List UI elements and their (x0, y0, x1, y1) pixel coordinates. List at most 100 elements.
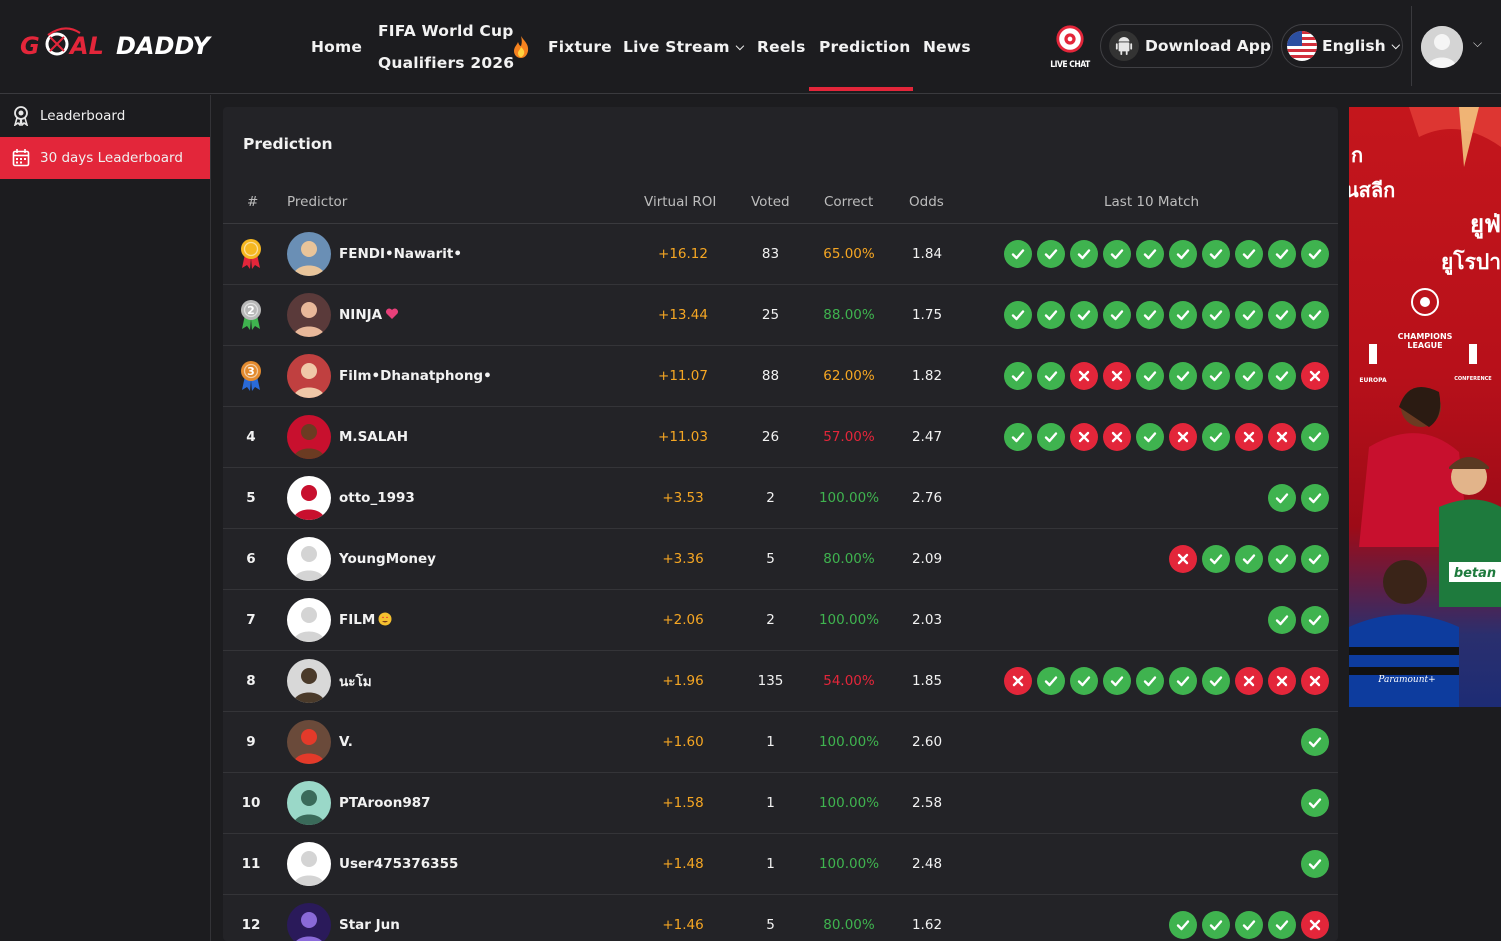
correct-percent-value: 80.00% (823, 551, 875, 567)
predictor-avatar[interactable] (287, 842, 331, 886)
virtual-roi-value: +3.36 (662, 551, 704, 567)
rank-label: 4 (246, 429, 256, 445)
odds-value: 1.62 (911, 917, 943, 933)
cross-icon (1103, 423, 1131, 451)
predictor-name[interactable]: Film•Dhanatphong• (339, 346, 492, 406)
predictor-avatar[interactable] (287, 659, 331, 703)
correct-percent-value: 62.00% (823, 368, 875, 384)
virtual-roi-value: +1.46 (662, 917, 704, 933)
predictor-name[interactable]: V. (339, 712, 353, 772)
rank-cell: 7 (223, 590, 279, 650)
predictor-avatar[interactable] (287, 476, 331, 520)
download-app-button[interactable]: Download App (1100, 24, 1273, 68)
sidebar-item-30-days-leaderboard[interactable]: 30 days Leaderboard (0, 137, 210, 179)
column-header-predictor: Predictor (287, 194, 348, 210)
check-icon (1070, 301, 1098, 329)
predictor-name[interactable]: User475376355 (339, 834, 458, 894)
nav-live-stream[interactable]: Live Stream ⌵ (623, 0, 744, 94)
table-row[interactable]: 9 V. +1.60 1 100.00% 2.60 (223, 712, 1338, 773)
table-row[interactable]: 8 นะโม +1.96 135 54.00% 1.85 (223, 651, 1338, 712)
rank-cell: 8 (223, 651, 279, 711)
check-icon (1235, 362, 1263, 390)
column-header-correct: Correct (824, 194, 874, 210)
nav-news[interactable]: News (923, 0, 971, 94)
table-row[interactable]: 10 PTAroon987 +1.58 1 100.00% 2.58 (223, 773, 1338, 834)
banner-sponsor: Paramount+ (1377, 675, 1435, 685)
last-10-match-results (1004, 667, 1329, 695)
predictor-avatar[interactable] (287, 354, 331, 398)
table-row[interactable]: FENDI•Nawarit• +16.12 83 65.00% 1.84 (223, 224, 1338, 285)
nav-home[interactable]: Home (311, 0, 362, 94)
predictor-avatar[interactable] (287, 293, 331, 337)
check-icon (1268, 484, 1296, 512)
predictor-avatar[interactable] (287, 537, 331, 581)
check-icon (1268, 301, 1296, 329)
predictor-avatar[interactable] (287, 415, 331, 459)
table-row[interactable]: 3 Film•Dhanatphong• +11.07 88 62.00% 1.82 (223, 346, 1338, 407)
rank-cell: 5 (223, 468, 279, 528)
predictor-name-label: นะโม (339, 674, 372, 690)
predictor-name[interactable]: YoungMoney (339, 529, 436, 589)
rank-label: 5 (246, 490, 256, 506)
live-chat-button[interactable]: LIVE CHAT (1050, 24, 1090, 70)
check-icon (1004, 362, 1032, 390)
predictor-name[interactable]: NINJA (339, 285, 399, 345)
table-row[interactable]: 11 User475376355 +1.48 1 100.00% 2.48 (223, 834, 1338, 895)
column-header-roi: Virtual ROI (644, 194, 717, 210)
predictor-name[interactable]: PTAroon987 (339, 773, 431, 833)
check-icon (1301, 423, 1329, 451)
last-10-match-results (1301, 728, 1329, 756)
check-icon (1202, 911, 1230, 939)
table-row[interactable]: 5 otto_1993 +3.53 2 100.00% 2.76 (223, 468, 1338, 529)
goal-daddy-logo[interactable]: G AL DADDY (20, 27, 226, 63)
predictor-name[interactable]: FENDI•Nawarit• (339, 224, 462, 284)
nav-fifa-world-cup[interactable]: FIFA World Cup Qualifiers 2026 (378, 0, 514, 94)
predictor-name[interactable]: otto_1993 (339, 468, 415, 528)
predictor-name[interactable]: นะโม (339, 651, 372, 711)
check-icon (1268, 362, 1296, 390)
predictor-avatar[interactable] (287, 232, 331, 276)
sidebar-item-leaderboard[interactable]: Leaderboard (0, 95, 210, 137)
table-row[interactable]: 4 M.SALAH +11.03 26 57.00% 2.47 (223, 407, 1338, 468)
odds-value: 1.75 (911, 307, 943, 323)
correct-percent-value: 65.00% (823, 246, 875, 262)
medal-icon (241, 239, 261, 269)
column-header-voted: Voted (751, 194, 790, 210)
nav-reels[interactable]: Reels (757, 0, 806, 94)
rank-cell: 4 (223, 407, 279, 467)
predictor-avatar[interactable] (287, 903, 331, 941)
heart-emoji-icon (385, 307, 399, 323)
check-icon (1169, 301, 1197, 329)
predictor-name-label: V. (339, 734, 353, 750)
column-header-rank: # (247, 194, 259, 210)
check-icon (1202, 301, 1230, 329)
check-icon (1070, 240, 1098, 268)
predictor-name[interactable]: Star Jun (339, 895, 400, 941)
predictor-name-label: PTAroon987 (339, 795, 431, 811)
table-row[interactable]: 12 Star Jun +1.46 5 80.00% 1.62 (223, 895, 1338, 941)
player-images: betan Paramount+ (1349, 387, 1501, 707)
correct-percent-value: 100.00% (818, 490, 880, 506)
nav-fixture[interactable]: Fixture (548, 0, 612, 94)
ad-banner[interactable]: ก นสลีก ยูฟ่ ยูโรปา CHAMPIONS LEAGUE EUR… (1349, 107, 1501, 707)
table-row[interactable]: 2 NINJA +13.44 25 88.00% 1.75 (223, 285, 1338, 346)
svg-text:G: G (20, 32, 40, 60)
language-selector[interactable]: English ⌵ (1281, 24, 1403, 68)
rank-label: 8 (246, 673, 256, 689)
user-avatar[interactable] (1421, 26, 1463, 68)
correct-percent-value: 100.00% (818, 795, 880, 811)
check-icon (1136, 667, 1164, 695)
cross-icon (1169, 423, 1197, 451)
table-row[interactable]: 7 FILM +2.06 2 100.00% 2.03 (223, 590, 1338, 651)
predictor-name[interactable]: FILM (339, 590, 392, 650)
predictor-avatar[interactable] (287, 598, 331, 642)
predictor-avatar[interactable] (287, 720, 331, 764)
odds-value: 1.84 (911, 246, 943, 262)
top-header: G AL DADDY Home FIFA World Cup Qualifier… (0, 0, 1501, 94)
table-row[interactable]: 6 YoungMoney +3.36 5 80.00% 2.09 (223, 529, 1338, 590)
predictor-name[interactable]: M.SALAH (339, 407, 408, 467)
predictor-avatar[interactable] (287, 781, 331, 825)
nav-prediction[interactable]: Prediction (819, 0, 911, 94)
user-menu-chevron-icon[interactable]: ⌵ (1473, 36, 1482, 51)
check-icon (1301, 484, 1329, 512)
